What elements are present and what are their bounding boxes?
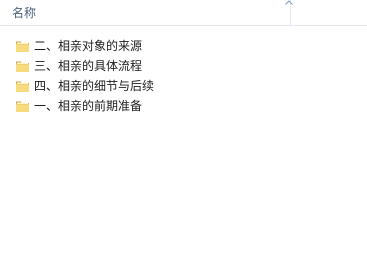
name-column-header[interactable]: 名称: [0, 0, 293, 25]
folder-name: 二、相亲对象的来源: [34, 39, 143, 53]
folder-name: 一、相亲的前期准备: [34, 99, 143, 113]
folder-icon: [16, 101, 29, 112]
file-explorer: 名称 二、相亲对象的来源 三、相亲的具体流程 四、相亲的细节与后续 一、相亲的前…: [0, 0, 367, 264]
folder-name: 三、相亲的具体流程: [34, 59, 143, 73]
folder-icon: [16, 81, 29, 92]
name-column-label: 名称: [12, 6, 37, 20]
file-list: 二、相亲对象的来源 三、相亲的具体流程 四、相亲的细节与后续 一、相亲的前期准备: [0, 36, 367, 116]
list-item-folder[interactable]: 二、相亲对象的来源: [0, 36, 367, 56]
list-item-folder[interactable]: 一、相亲的前期准备: [0, 96, 367, 116]
list-item-folder[interactable]: 三、相亲的具体流程: [0, 56, 367, 76]
folder-icon: [16, 41, 29, 52]
folder-name: 四、相亲的细节与后续: [34, 79, 155, 93]
sort-ascending-icon: [285, 0, 293, 5]
list-item-folder[interactable]: 四、相亲的细节与后续: [0, 76, 367, 96]
folder-icon: [16, 61, 29, 72]
column-header-bar: 名称: [0, 0, 367, 26]
